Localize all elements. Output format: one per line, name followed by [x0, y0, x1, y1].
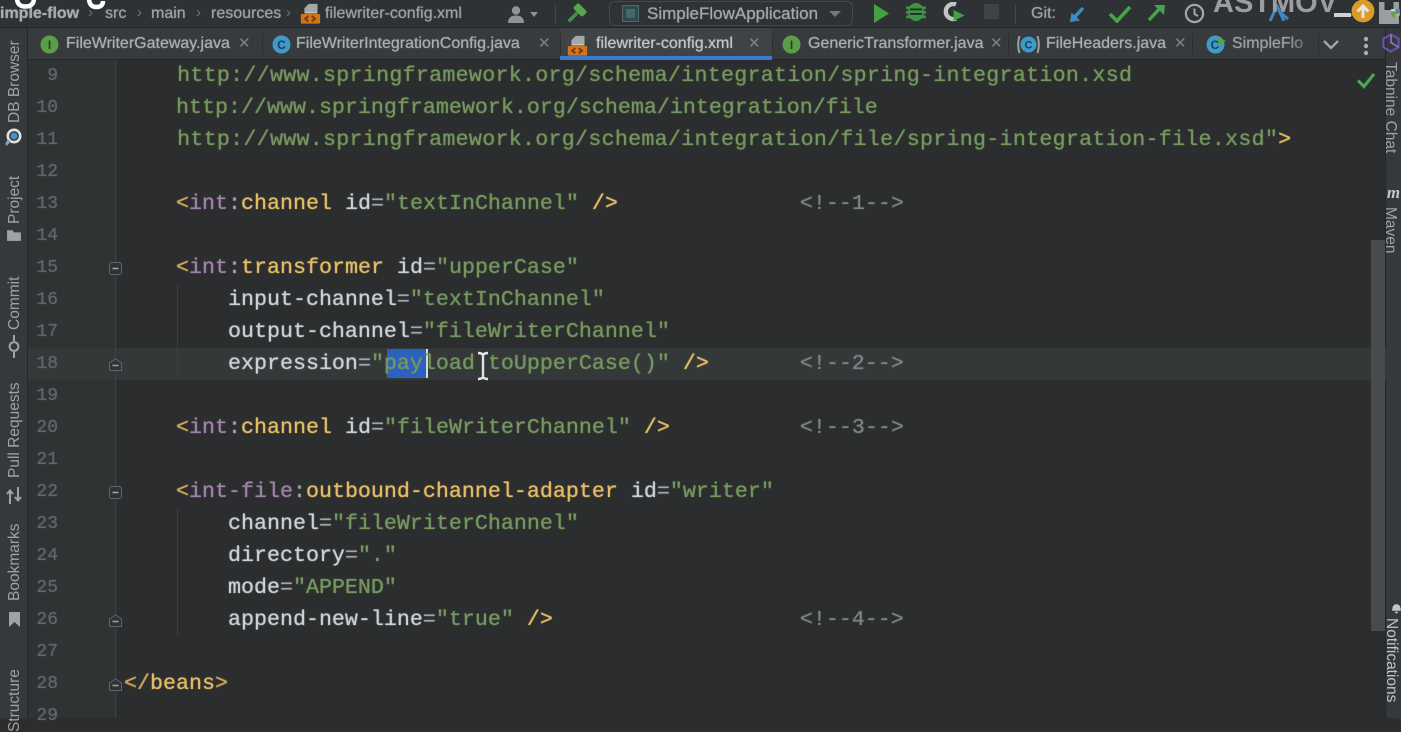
svg-text:I: I: [48, 38, 51, 52]
svg-text:C: C: [277, 38, 286, 52]
svg-text:I: I: [790, 38, 793, 52]
svg-text:C: C: [1025, 40, 1033, 52]
